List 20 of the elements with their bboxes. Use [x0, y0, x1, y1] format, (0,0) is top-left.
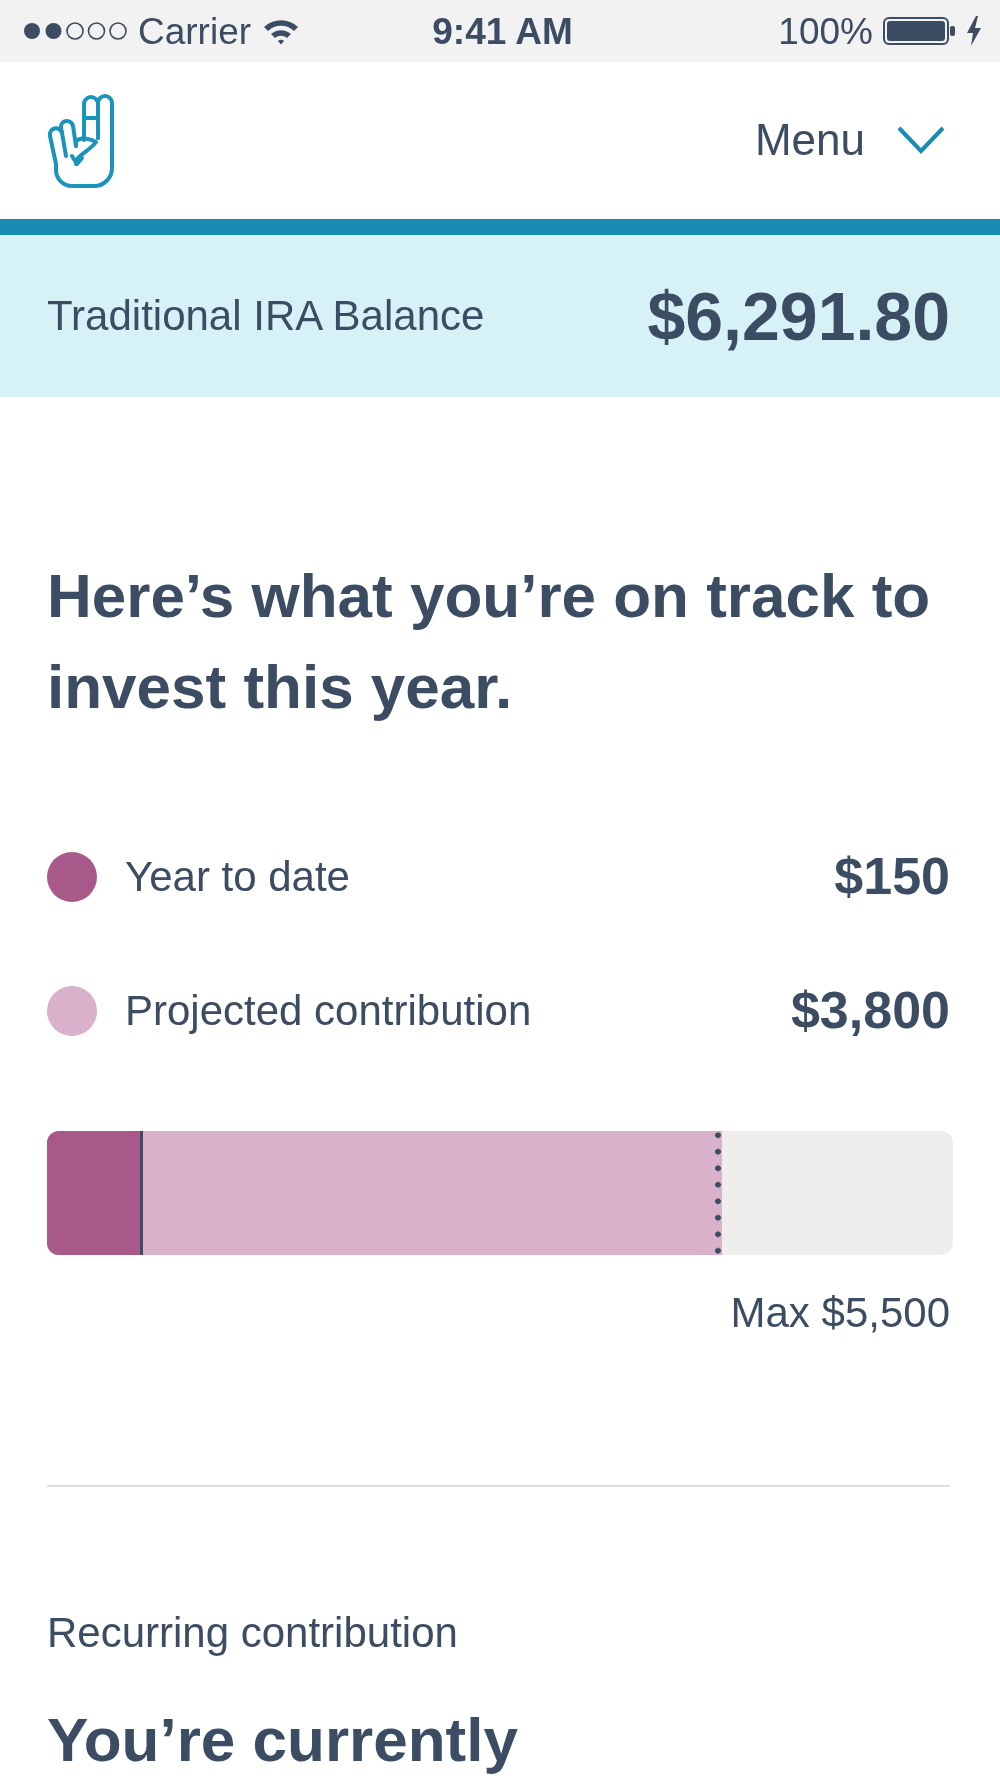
wifi-icon: [262, 17, 301, 45]
menu-button[interactable]: Menu: [754, 116, 945, 165]
charging-bolt-icon: [966, 16, 982, 46]
legend-label: Year to date: [125, 852, 351, 902]
section-heading: You’re currently: [47, 1704, 519, 1776]
signal-dots-icon: [23, 21, 127, 41]
chevron-down-icon: [897, 126, 945, 155]
status-time: 9:41 AM: [432, 12, 573, 50]
legend-amount: $3,800: [790, 981, 950, 1041]
legend-label: Projected contribution: [125, 986, 533, 1036]
hand-logo[interactable]: [46, 93, 116, 188]
legend-amount: $150: [834, 847, 950, 907]
balance-amount: $6,291.80: [647, 278, 950, 354]
section-label: Recurring contribution: [47, 1609, 459, 1657]
battery-percent: 100%: [778, 12, 873, 50]
balance-label: Traditional IRA Balance: [47, 291, 485, 341]
max-contribution-label: Max $5,500: [730, 1289, 950, 1337]
carrier-name: Carrier: [138, 12, 252, 50]
projection-heading: Here’s what you’re on track to invest this year.: [47, 560, 932, 723]
battery-icon: [883, 17, 956, 45]
